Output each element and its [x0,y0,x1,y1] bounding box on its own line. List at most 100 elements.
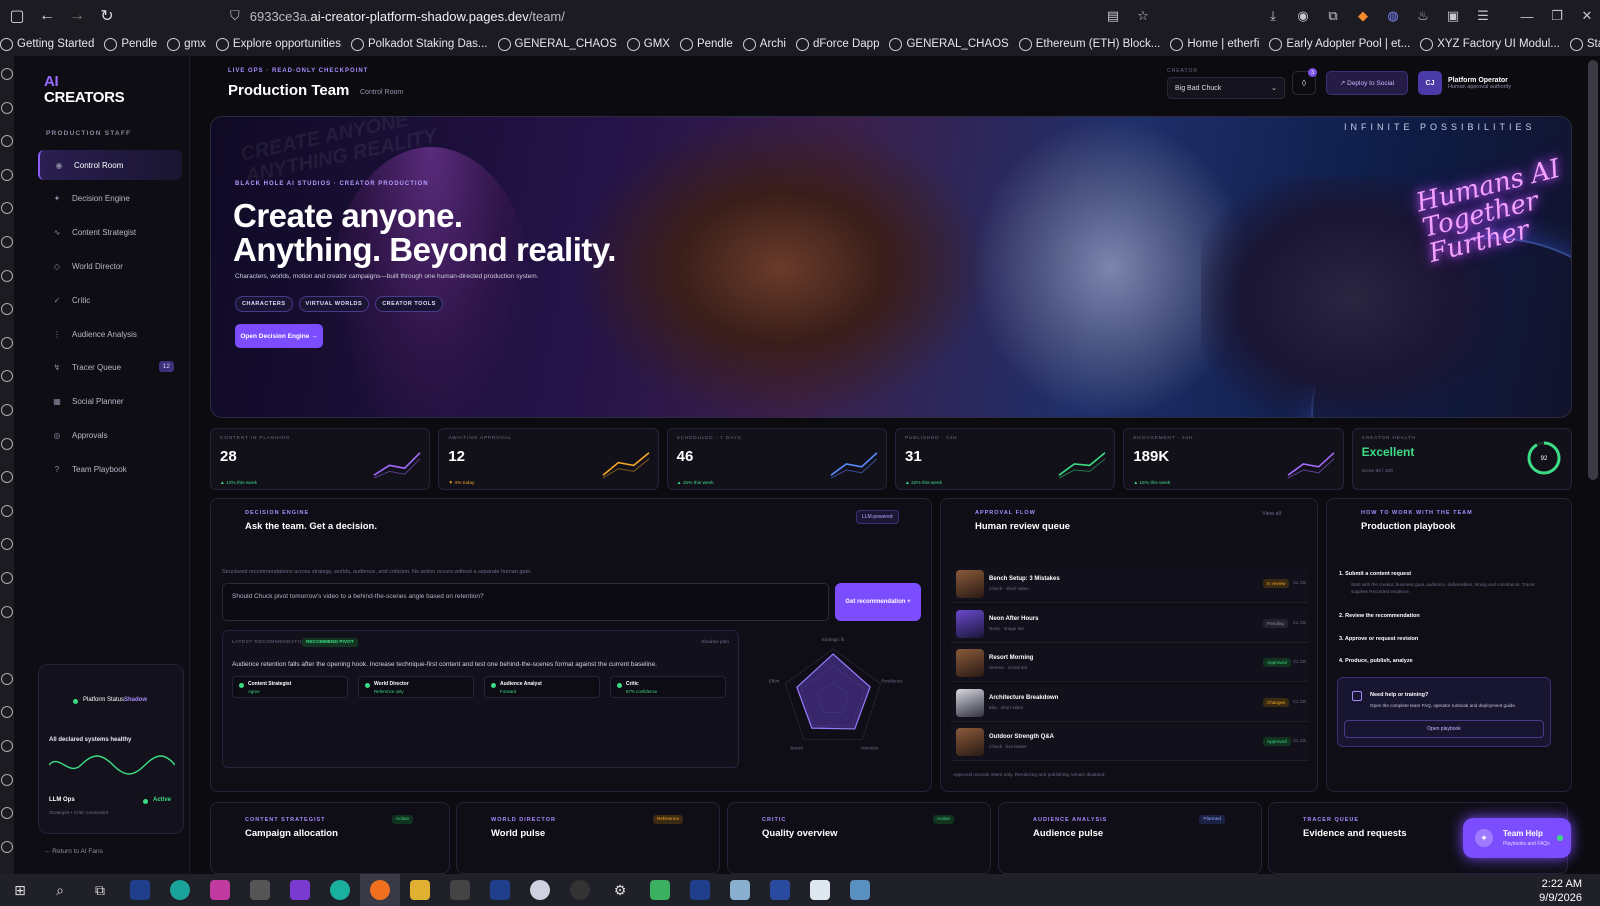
agent-card[interactable]: AUDIENCE ANALYSIS Audience pulse Planned [998,802,1262,874]
table-row[interactable]: Outdoor Strength Q&A Chuck · live teaser A… [951,725,1309,761]
sidebar-item-world-director[interactable]: ◇ World Director [38,251,182,281]
sidebar-item-control-room[interactable]: ◉ Control Room [38,150,182,180]
bookmark-item[interactable]: Stake | ether.fan [1569,37,1600,51]
windows-start-icon[interactable]: ⊞ [0,874,40,906]
strip-icon[interactable] [1,807,13,820]
strip-icon[interactable] [1,101,13,114]
strip-icon[interactable] [1,202,13,215]
powershell-icon[interactable] [760,874,800,906]
sidebar-item-social-planner[interactable]: ▦ Social Planner [38,387,182,417]
agent-card[interactable]: CONTENT STRATEGIST Campaign allocation Act… [210,802,450,874]
stat-card[interactable]: PUBLISHED · 24H 31 ▲ 22% this week [894,428,1116,490]
terminal-icon[interactable] [120,874,160,906]
app-icon[interactable] [280,874,320,906]
strip-icon[interactable] [1,740,13,752]
sidebar-item-audience-analysis[interactable]: ⋮ Audience Analysis [38,319,182,349]
chip-creator-tools[interactable]: CREATOR TOOLS [375,296,443,312]
page-scrollbar[interactable] [1588,60,1598,480]
chip-virtual-worlds[interactable]: VIRTUAL WORLDS [298,296,370,312]
chip-characters[interactable]: CHARACTERS [235,296,293,312]
bookmark-item[interactable]: Explore opportunities [215,37,341,51]
strip-icon[interactable] [1,135,13,148]
strip-icon[interactable] [1,370,13,383]
strip-icon[interactable] [1,68,13,80]
bookmark-item[interactable]: Early Adopter Pool | et... [1269,37,1410,51]
discord-icon[interactable]: ◍ [1380,4,1406,28]
strip-icon[interactable] [1,269,13,282]
sidebar-toggle-icon[interactable]: ▢ [4,3,30,29]
explorer-icon[interactable] [400,874,440,906]
bookmark-item[interactable]: GMX [626,37,670,51]
strip-icon[interactable] [1,840,13,853]
bookmark-item[interactable]: dForce Dapp [795,37,879,51]
stat-card[interactable]: SCHEDULED · 7 DAYS 46 ▲ 15% this week [666,428,887,490]
metamask-icon[interactable]: ◆ [1350,4,1376,28]
bookmark-item[interactable]: Home | etherfi [1170,37,1259,51]
stat-card[interactable]: ENGAGEMENT · 24H 189K ▲ 18% this week [1123,428,1344,490]
app-icon-2[interactable] [320,874,360,906]
table-row[interactable]: Bench Setup: 3 Mistakes Chuck · short vid… [951,567,1309,603]
app-logo[interactable]: AI CREATORS [44,74,125,106]
restore-icon[interactable]: ❐ [1544,4,1570,28]
bookmark-item[interactable]: Archi [742,37,786,51]
stat-card[interactable]: CREATOR HEALTH Excellent Score 92 / 100 92 [1351,428,1572,490]
deploy-to-social-button[interactable]: ↗ Deploy to Social [1326,71,1408,95]
bookmark-item[interactable]: XYZ Factory UI Modul... [1420,37,1560,51]
return-link[interactable]: ← Return to AI Fans [44,848,103,855]
address-bar[interactable]: ⛉ 6933ce3a. ai-creator-platform-shadow.p… [230,5,1110,27]
stat-card[interactable]: CONTENT IN PLANNING 28 ▲ 12% this week [210,428,431,490]
m365-icon[interactable] [200,874,240,906]
get-recommendation-button[interactable]: Get recommendation + [835,583,921,621]
obs-icon[interactable] [560,874,600,906]
bookmark-item[interactable]: Pendle [679,37,733,51]
strip-icon[interactable] [1,773,13,786]
sidebar-icon[interactable]: ▣ [1440,4,1466,28]
strip-icon[interactable] [1,706,13,719]
strip-icon[interactable] [1,572,13,584]
bookmark-item[interactable]: Ethereum (ETH) Block... [1018,37,1160,51]
bookmark-star-icon[interactable]: ☆ [1130,4,1156,28]
terminal-icon-2[interactable] [480,874,520,906]
bookmark-item[interactable]: gmx [167,37,206,51]
view-all-link[interactable]: View all [1262,511,1281,517]
creator-select[interactable]: Big Bad Chuck ⌄ [1167,77,1285,99]
menu-icon[interactable]: ☰ [1470,4,1496,28]
download-icon[interactable]: ⤓ [1260,4,1286,28]
strip-icon[interactable] [1,168,13,181]
strip-icon[interactable] [1,236,13,248]
calculator-icon[interactable] [240,874,280,906]
forward-icon[interactable]: → [64,3,90,29]
app-icon-4[interactable] [520,874,560,906]
back-icon[interactable]: ← [34,3,60,29]
table-row[interactable]: Resort Morning Serena · social set Approve… [951,646,1309,682]
strip-icon[interactable] [1,672,13,685]
sidebar-item-team-playbook[interactable]: ? Team Playbook [38,454,182,484]
decision-question-input[interactable]: Should Chuck pivot tomorrow's video to a… [222,583,829,621]
account-icon[interactable]: ◉ [1290,4,1316,28]
sidebar-item-approvals[interactable]: ◎ Approvals [38,420,182,450]
flame-icon[interactable]: ♨ [1410,4,1436,28]
settings-icon[interactable]: ⚙ [600,874,640,906]
edge-icon[interactable] [160,874,200,906]
system-clock[interactable]: 2:22 AM 9/9/2026 [1539,877,1582,905]
notepad-icon[interactable] [720,874,760,906]
app-icon-7[interactable] [840,874,880,906]
strip-icon[interactable] [1,404,13,416]
strip-icon[interactable] [1,437,13,450]
sidebar-item-decision-engine[interactable]: ✦ Decision Engine [38,184,182,214]
terminal-icon-3[interactable] [680,874,720,906]
reload-icon[interactable]: ↻ [94,3,120,29]
sidebar-item-tracer-queue[interactable]: ↯ Tracer Queue 12 [38,353,182,383]
agent-card[interactable]: WORLD DIRECTOR World pulse Reference [456,802,720,874]
strip-icon[interactable] [1,538,13,551]
task-view-icon[interactable]: ⧉ [80,874,120,906]
table-row[interactable]: Architecture Breakdown Elia · short video… [951,685,1309,722]
strip-icon[interactable] [1,336,13,349]
bookmark-item[interactable]: GENERAL_CHAOS [889,37,1009,51]
open-playbook-button[interactable]: Open playbook [1344,720,1544,738]
app-icon-6[interactable] [800,874,840,906]
reader-icon[interactable]: ▤ [1100,4,1126,28]
app-icon-3[interactable] [440,874,480,906]
stat-card[interactable]: AWAITING APPROVAL 12 ▼ 4% today [438,428,659,490]
minimize-icon[interactable]: — [1514,4,1540,28]
